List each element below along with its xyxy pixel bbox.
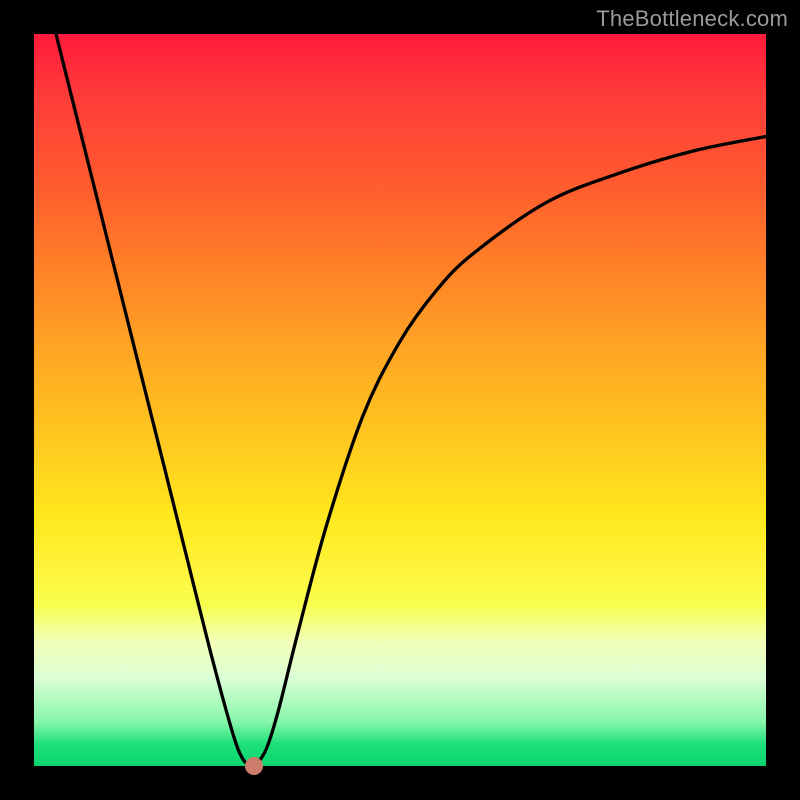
plot-area — [34, 34, 766, 766]
curve-svg — [34, 34, 766, 766]
chart-stage: TheBottleneck.com — [0, 0, 800, 800]
bottleneck-curve — [56, 34, 766, 766]
minimum-marker-dot — [245, 757, 263, 775]
watermark-text: TheBottleneck.com — [596, 6, 788, 32]
